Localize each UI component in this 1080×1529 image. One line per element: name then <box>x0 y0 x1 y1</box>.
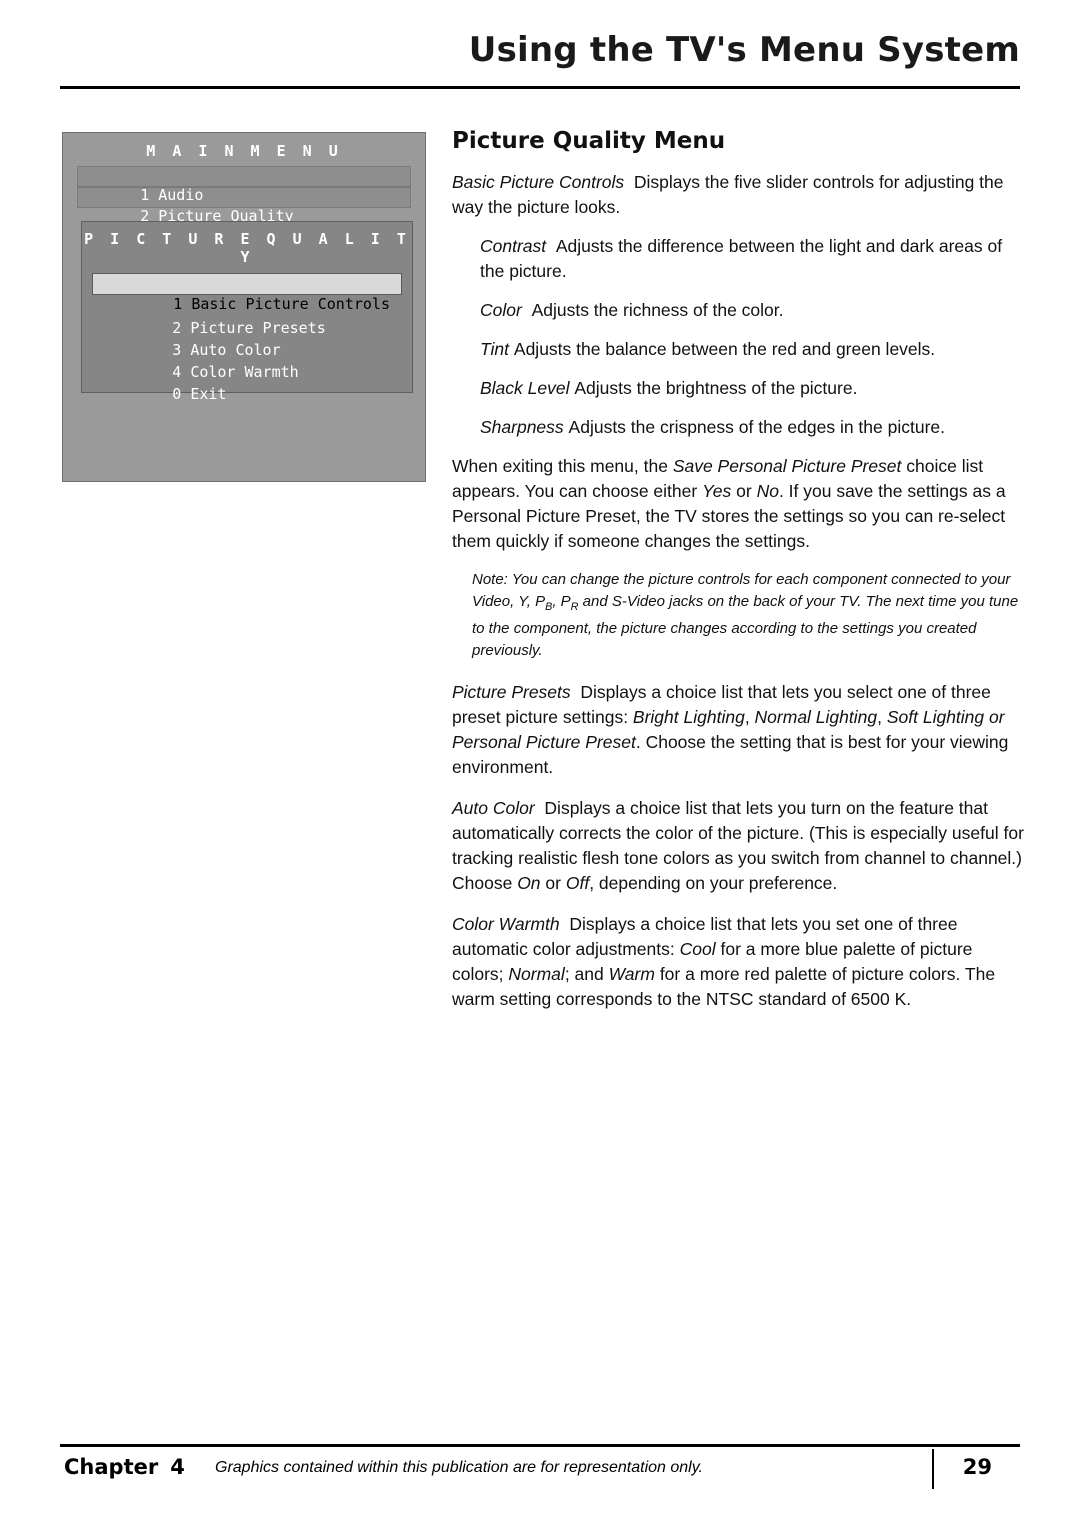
para-tint: Tint Adjusts the balance between the red… <box>480 337 1024 362</box>
chapter-number: 4 <box>170 1455 185 1479</box>
auto-color-italic1: On <box>517 873 541 893</box>
submenu-item-2-label: Picture Presets <box>190 319 326 337</box>
para-contrast: Contrast Adjusts the difference between … <box>480 234 1024 284</box>
term-color: Color <box>480 300 522 320</box>
submenu-item-4-label: Color Warmth <box>190 363 299 381</box>
term-picture-presets: Picture Presets <box>452 682 571 702</box>
submenu-item-4-number: 4 <box>172 363 182 381</box>
main-content: Picture Quality Menu Basic Picture Contr… <box>452 128 1024 1026</box>
exiting-part3: or <box>731 481 757 501</box>
section-title: Picture Quality Menu <box>452 128 726 154</box>
para-auto-color: Auto Color Displays a choice list that l… <box>452 796 1024 896</box>
submenu-list: 1 Basic Picture Controls 2 Picture Prese… <box>82 273 412 403</box>
note-part2: , P <box>552 593 571 610</box>
page-header: Using the TV's Menu System <box>60 30 1020 70</box>
color-warmth-italic2: Normal <box>508 964 565 984</box>
exiting-italic2: Yes <box>702 481 732 501</box>
chapter-label: Chapter <box>64 1455 159 1479</box>
auto-color-part2: or <box>540 873 566 893</box>
submenu-item-1-number: 1 <box>173 295 183 313</box>
submenu-item-3-label: Auto Color <box>190 341 281 359</box>
spacer-6 <box>181 385 190 403</box>
term-auto-color: Auto Color <box>452 798 535 818</box>
exiting-italic3: No <box>756 481 779 501</box>
spacer-4 <box>181 341 190 359</box>
picture-presets-part2: , <box>744 707 755 727</box>
auto-color-part3: , depending on your preference. <box>589 873 838 893</box>
color-warmth-italic1: Cool <box>679 939 716 959</box>
term-color-warmth: Color Warmth <box>452 914 560 934</box>
picture-presets-italic2: Normal Lighting <box>754 707 878 727</box>
para-color: Color Adjusts the richness of the color. <box>480 298 1024 323</box>
main-menu-list: 1 Audio 2 Picture Quality <box>63 166 425 225</box>
page-footer: Chapter 4 Graphics contained within this … <box>60 1449 1020 1495</box>
submenu-item-basic-picture-controls[interactable]: 1 Basic Picture Controls <box>92 273 402 313</box>
term-black-level: Black Level <box>480 378 570 398</box>
main-menu-item-audio-number: 1 <box>140 186 150 204</box>
text-contrast: Adjusts the difference between the light… <box>480 236 1003 281</box>
submenu-item-1-label: Basic Picture Controls <box>191 295 390 313</box>
submenu-item-0-number: 0 <box>172 385 182 403</box>
page-number: 29 <box>962 1455 992 1479</box>
submenu-item-3-number: 3 <box>172 341 182 359</box>
page-title: Using the TV's Menu System <box>468 30 1020 70</box>
footer-divider-line <box>60 1444 1020 1447</box>
main-menu-item-audio[interactable]: 1 Audio <box>77 166 411 204</box>
spacer-5 <box>181 363 190 381</box>
main-menu-title: M A I N M E N U <box>146 142 342 160</box>
submenu-title: P I C T U R E Q U A L I T Y <box>84 230 410 266</box>
text-color: Adjusts the richness of the color. <box>531 300 784 320</box>
text-black-level: Adjusts the brightness of the picture. <box>574 378 858 398</box>
submenu-item-0-label: Exit <box>190 385 227 403</box>
para-sharpness: Sharpness Adjusts the crispness of the e… <box>480 415 1024 440</box>
text-sharpness: Adjusts the crispness of the edges in th… <box>568 417 946 437</box>
spacer-3 <box>181 319 190 337</box>
term-tint: Tint <box>480 339 510 359</box>
header-divider <box>60 86 1020 89</box>
color-warmth-italic3: Warm <box>608 964 655 984</box>
picture-presets-part3: , <box>877 707 887 727</box>
exiting-part1: When exiting this menu, the <box>452 456 673 476</box>
para-basic-picture-controls: Basic Picture Controls Displays the five… <box>452 170 1024 220</box>
main-menu-item-audio-label <box>149 186 158 204</box>
picture-quality-submenu: P I C T U R E Q U A L I T Y 1 Basic Pict… <box>81 221 413 403</box>
term-basic-picture-controls: Basic Picture Controls <box>452 172 625 192</box>
main-menu-item-audio-text: Audio <box>158 186 204 204</box>
submenu-item-2-number: 2 <box>172 319 182 337</box>
term-contrast: Contrast <box>480 236 547 256</box>
para-exiting-menu: When exiting this menu, the Save Persona… <box>452 454 1024 554</box>
para-note: Note: You can change the picture control… <box>472 569 1024 662</box>
exiting-italic1: Save Personal Picture Preset <box>672 456 902 476</box>
chapter-label-group: Chapter 4 <box>64 1455 185 1479</box>
term-sharpness: Sharpness <box>480 417 564 437</box>
footer-vertical-rule <box>932 1449 934 1489</box>
spacer-2 <box>182 295 191 313</box>
picture-presets-italic1: Bright Lighting <box>632 707 745 727</box>
tv-menu-graphic: M A I N M E N U 1 Audio 2 Picture Qualit… <box>62 132 426 482</box>
para-color-warmth: Color Warmth Displays a choice list that… <box>452 912 1024 1012</box>
auto-color-italic2: Off <box>565 873 590 893</box>
footer-credit: Graphics contained within this publicati… <box>215 1459 703 1476</box>
para-picture-presets: Picture Presets Displays a choice list t… <box>452 680 1024 780</box>
color-warmth-part3: ; and <box>564 964 609 984</box>
para-black-level: Black Level Adjusts the brightness of th… <box>480 376 1024 401</box>
text-tint: Adjusts the balance between the red and … <box>513 339 936 359</box>
